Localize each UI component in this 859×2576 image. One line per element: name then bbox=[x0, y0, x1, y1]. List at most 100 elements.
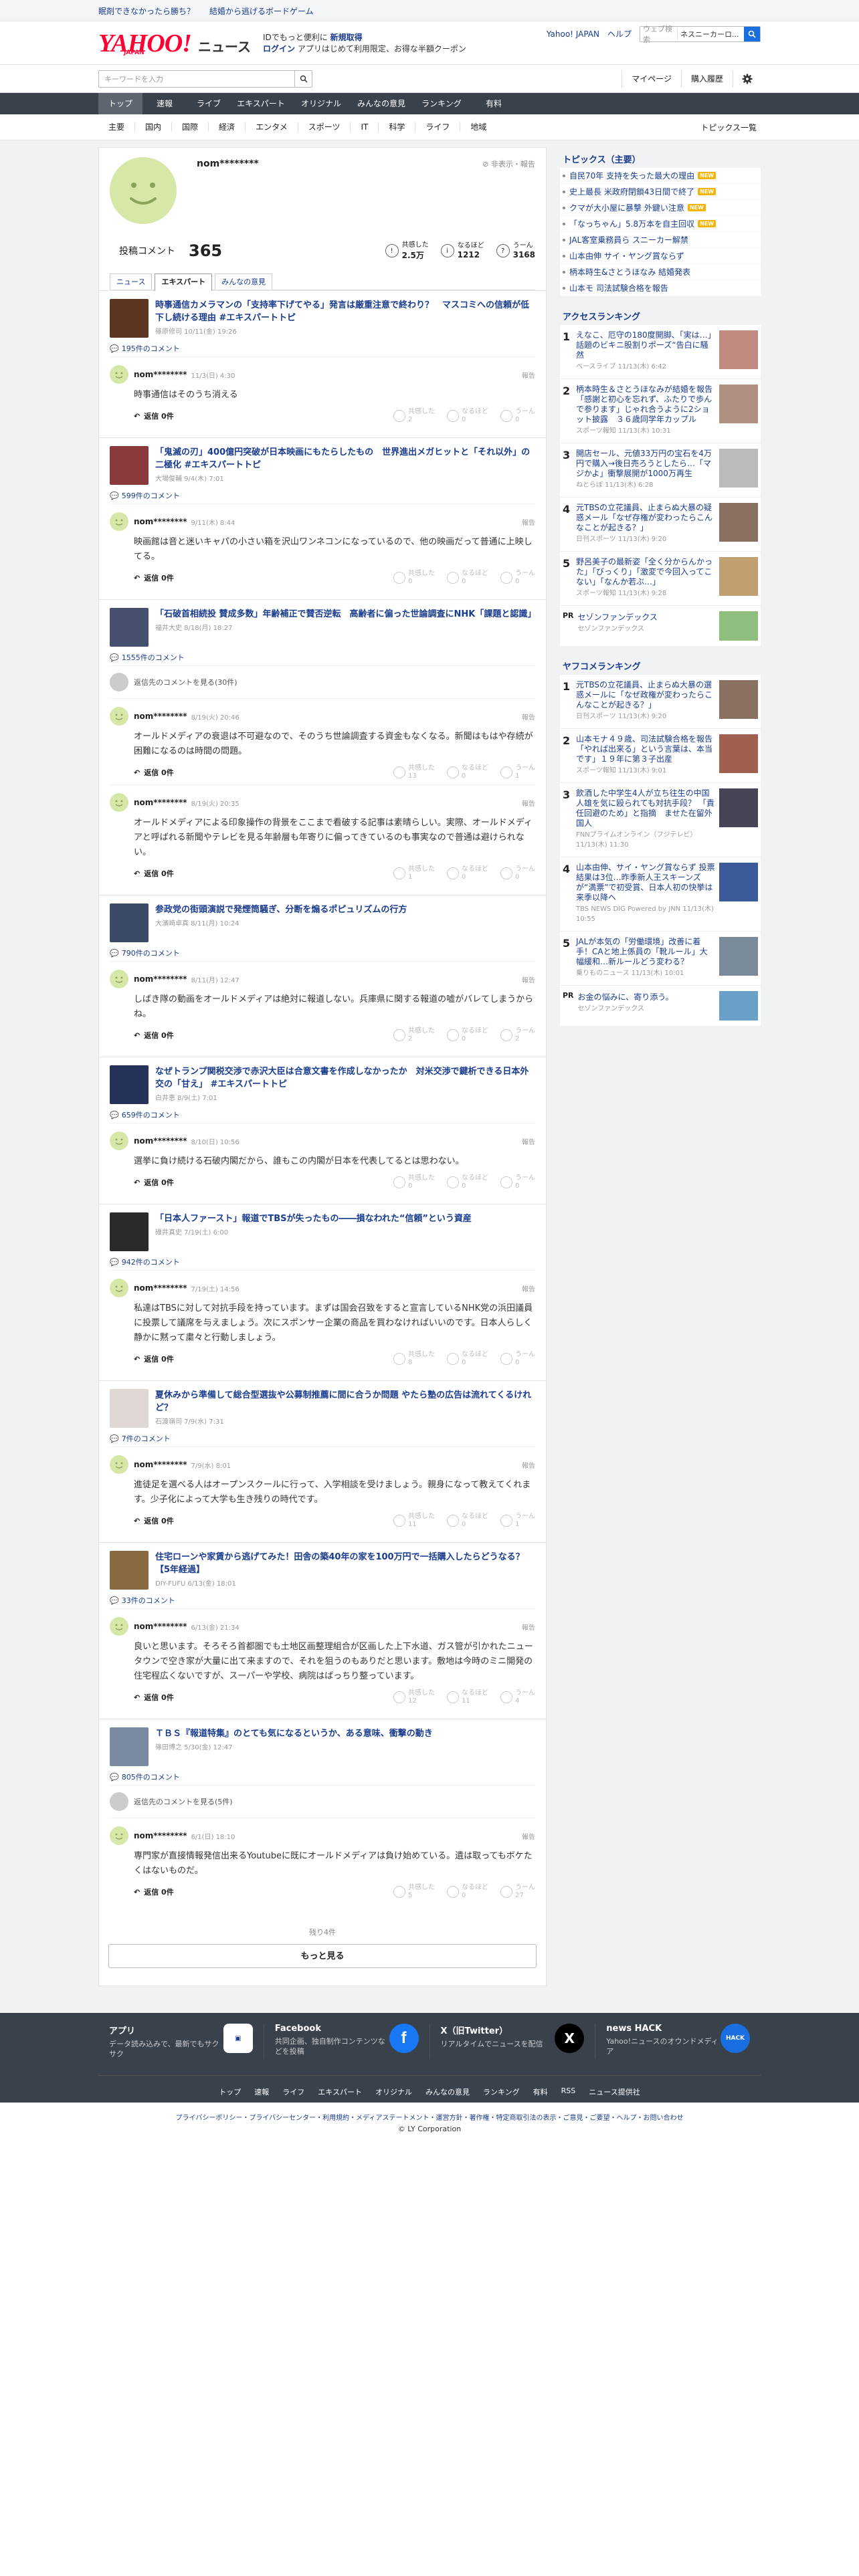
nav-expert[interactable]: エキスパート bbox=[231, 93, 291, 114]
reaction-insightful-button[interactable]: なるほど 0 bbox=[447, 865, 488, 881]
reaction-hmm-button[interactable]: うーん 27 bbox=[500, 1884, 535, 1900]
signup-link[interactable]: 新規取得 bbox=[330, 33, 363, 42]
topic-item[interactable]: 自民70年 支持を失った最大の理由 NEW bbox=[560, 168, 761, 184]
report-link[interactable]: 報告 bbox=[522, 1622, 535, 1632]
article-title[interactable]: 「鬼滅の刃」400億円突破が日本映画にもたらしたもの 世界進出メガヒットと「それ… bbox=[155, 446, 535, 471]
comment-count-link[interactable]: 💬 7件のコメント bbox=[99, 1433, 546, 1446]
article-title[interactable]: 「日本人ファースト」報道でTBSが失ったもの――損なわれた“信頼”という資産 bbox=[155, 1212, 472, 1225]
tab-news[interactable]: ニュース bbox=[110, 274, 153, 290]
search-icon[interactable] bbox=[744, 26, 760, 41]
ranking-item[interactable]: 1 えなこ、厄守の180度開脚、「実は…」話題のビキニ股割りポーズ“告白に騒然 ベー… bbox=[560, 325, 761, 379]
subnav-world[interactable]: 国際 bbox=[171, 122, 208, 132]
tab-opinions[interactable]: みんなの意見 bbox=[215, 274, 273, 290]
reaction-empathy-button[interactable]: 共感した 8 bbox=[393, 1351, 435, 1367]
ranking-item[interactable]: 4 山本由伸、サイ・ヤング賞ならず 投票結果は3位…昨季新人王スキーンズが“満票”… bbox=[560, 857, 761, 932]
reaction-insightful-button[interactable]: なるほど 0 bbox=[447, 764, 488, 780]
reply-button[interactable]: ↶ 返信 0件 bbox=[134, 1515, 174, 1526]
nav-ranking[interactable]: ランキング bbox=[411, 93, 472, 114]
web-search-input[interactable]: ネスニーカーロ... bbox=[677, 28, 744, 39]
reply-button[interactable]: ↶ 返信 0件 bbox=[134, 1692, 174, 1703]
report-link[interactable]: 報告 bbox=[522, 517, 535, 527]
footer-facebook[interactable]: Facebook 共同企画、独自制作コンテンツなどを投稿 f bbox=[264, 2024, 430, 2059]
ranking-item[interactable]: 3 開店セール、元値33万円の宝石を4万円で購入→後日売ろうとしたら…「マジかよ」… bbox=[560, 443, 761, 498]
promo-link-2[interactable]: 結婚から逃げるボードゲーム bbox=[209, 5, 314, 17]
reply-target-link[interactable]: 返信先のコメントを見る(5件) bbox=[110, 1785, 535, 1818]
reaction-insightful-button[interactable]: なるほど 0 bbox=[447, 1513, 488, 1529]
pr-ad-2[interactable]: PR お金の悩みに、寄り添う。 セゾンファンデックス bbox=[560, 986, 761, 1026]
article-title[interactable]: なぜトランプ関税交渉で赤沢大臣は合意文書を作成しなかったか 対米交渉で鍵析できる… bbox=[155, 1065, 535, 1091]
reaction-empathy-button[interactable]: 共感した 2 bbox=[393, 1027, 435, 1043]
nav-opinions[interactable]: みんなの意見 bbox=[351, 93, 411, 114]
comment-count-link[interactable]: 💬 805件のコメント bbox=[99, 1772, 546, 1785]
reaction-hmm-button[interactable]: うーん 2 bbox=[500, 1027, 535, 1043]
comment-author[interactable]: nom******** bbox=[134, 1831, 187, 1840]
hide-report-link[interactable]: ⊘ 非表示・報告 bbox=[482, 158, 535, 169]
nav-original[interactable]: オリジナル bbox=[291, 93, 351, 114]
footer-nav-item[interactable]: ニュース提供社 bbox=[589, 2086, 640, 2097]
article-link[interactable]: 時事通信カメラマンの「支持率下げてやる」発言は厳重注意で終わり？ マスコミへの信… bbox=[99, 291, 546, 343]
reply-button[interactable]: ↶ 返信 0件 bbox=[134, 1354, 174, 1364]
comment-count-link[interactable]: 💬 942件のコメント bbox=[99, 1257, 546, 1270]
topic-item[interactable]: クマが大小屋に暴撃 外鍵い注意 NEW bbox=[560, 200, 761, 216]
article-link[interactable]: 「石破首相続投 賛成多数」年齢補正で賛否逆転 高齢者に偏った世論調査にNHK「課… bbox=[99, 600, 546, 652]
comment-author[interactable]: nom******** bbox=[134, 1283, 187, 1293]
comment-author[interactable]: nom******** bbox=[134, 1622, 187, 1631]
comment-author[interactable]: nom******** bbox=[134, 974, 187, 984]
subnav-science[interactable]: 科学 bbox=[378, 122, 415, 132]
mypage-link[interactable]: マイページ bbox=[622, 70, 681, 88]
ranking-item[interactable]: 1 元TBSの立花議員、止まらぬ大暴の選惑メールに「なぜ政権が変わったらこんなこと… bbox=[560, 675, 761, 729]
reaction-empathy-button[interactable]: 共感した 2 bbox=[393, 408, 435, 424]
login-link[interactable]: ログイン bbox=[263, 44, 295, 53]
reply-button[interactable]: ↶ 返信 0件 bbox=[134, 1030, 174, 1041]
legal-links[interactable]: プライバシーポリシー・プライバシーセンター・利用規約・メディアステートメント・運… bbox=[0, 2103, 859, 2125]
nav-flash[interactable]: 速報 bbox=[142, 93, 187, 114]
reaction-insightful-button[interactable]: なるほど 0 bbox=[447, 408, 488, 424]
topics-list-link[interactable]: トピックス一覧 bbox=[700, 122, 761, 133]
gear-icon[interactable] bbox=[733, 70, 761, 88]
reaction-empathy-button[interactable]: 共感した 11 bbox=[393, 1513, 435, 1529]
subnav-life[interactable]: ライフ bbox=[415, 122, 460, 132]
reaction-insightful-button[interactable]: なるほど 0 bbox=[447, 1351, 488, 1367]
reaction-empathy-button[interactable]: 共感した 0 bbox=[393, 570, 435, 586]
comment-author[interactable]: nom******** bbox=[134, 370, 187, 379]
footer-nav-item[interactable]: 速報 bbox=[254, 2086, 269, 2097]
article-link[interactable]: 「鬼滅の刃」400億円突破が日本映画にもたらしたもの 世界進出メガヒットと「それ… bbox=[99, 438, 546, 490]
load-more-button[interactable]: もっと見る bbox=[108, 1944, 537, 1968]
ranking-item[interactable]: 5 JALが本気の「労働環境」改善に着手！CAと地上係員の「靴ルール」大幅緩和…新… bbox=[560, 932, 761, 986]
ranking-item[interactable]: 4 元TBSの立花議員、止まらぬ大暴の疑惑メール「なぜ存権が変わったらこんなことが… bbox=[560, 498, 761, 552]
reaction-empathy-button[interactable]: 共感した 12 bbox=[393, 1689, 435, 1705]
reaction-insightful-button[interactable]: なるほど 0 bbox=[447, 1174, 488, 1190]
nav-top[interactable]: トップ bbox=[98, 93, 142, 114]
comment-author[interactable]: nom******** bbox=[134, 517, 187, 526]
article-link[interactable]: 「日本人ファースト」報道でTBSが失ったもの――損なわれた“信頼”という資産 碓井… bbox=[99, 1204, 546, 1257]
reaction-hmm-button[interactable]: うーん 0 bbox=[500, 570, 535, 586]
article-title[interactable]: 夏休みから準備して総合型選抜や公募制推薦に間に合うか問題 やたら塾の広告は流れて… bbox=[155, 1389, 535, 1414]
footer-nav-item[interactable]: ランキング bbox=[483, 2086, 520, 2097]
article-link[interactable]: 住宅ローンや家賃から逃げてみた！田舎の築40年の家を100万円で一括購入したらど… bbox=[99, 1543, 546, 1595]
article-title[interactable]: 「石破首相続投 賛成多数」年齢補正で賛否逆転 高齢者に偏った世論調査にNHK「課… bbox=[155, 608, 536, 621]
comment-author[interactable]: nom******** bbox=[134, 1460, 187, 1469]
pr-ad-1[interactable]: PR セゾンファンデックス セゾンファンデックス bbox=[560, 606, 761, 646]
ranking-item[interactable]: 2 山本モナ４９歳、司法試験合格を報告「やれば出来る」という言葉は、本当です」１９… bbox=[560, 729, 761, 783]
tab-expert[interactable]: エキスパート bbox=[155, 274, 213, 291]
comment-count-link[interactable]: 💬 1555件のコメント bbox=[99, 652, 546, 665]
topic-item[interactable]: 山本由伸 サイ・ヤング賞ならず bbox=[560, 248, 761, 264]
article-title[interactable]: 参政党の街頭演説で発煙筒騒ぎ、分断を煽るポピュリズムの行方 bbox=[155, 903, 407, 916]
footer-nav-item[interactable]: ライフ bbox=[282, 2086, 304, 2097]
comment-author[interactable]: nom******** bbox=[134, 712, 187, 721]
report-link[interactable]: 報告 bbox=[522, 1831, 535, 1841]
keyword-input[interactable]: キーワードを入力 bbox=[99, 74, 294, 84]
report-link[interactable]: 報告 bbox=[522, 798, 535, 808]
reply-button[interactable]: ↶ 返信 0件 bbox=[134, 1887, 174, 1897]
reaction-insightful-button[interactable]: なるほど 11 bbox=[447, 1689, 488, 1705]
reaction-hmm-button[interactable]: うーん 0 bbox=[500, 865, 535, 881]
keyword-search[interactable]: キーワードを入力 bbox=[98, 70, 312, 88]
nav-paid[interactable]: 有料 bbox=[472, 93, 516, 114]
article-link[interactable]: 参政党の街頭演説で発煙筒騒ぎ、分断を煽るポピュリズムの行方 大濱崎卓真 8/11(… bbox=[99, 895, 546, 948]
topic-item[interactable]: 「なっちゃん」5.8万本を自主回収 NEW bbox=[560, 216, 761, 232]
article-link[interactable]: なぜトランプ関税交渉で赤沢大臣は合意文書を作成しなかったか 対米交渉で鍵析できる… bbox=[99, 1057, 546, 1109]
report-link[interactable]: 報告 bbox=[522, 974, 535, 984]
ranking-item[interactable]: 2 柄本時生＆さとうほなみが結婚を報告「感謝と初心を忘れず、ふたりで歩んで参ります… bbox=[560, 379, 761, 443]
topic-item[interactable]: 山本モ 司法試験合格を報告 bbox=[560, 280, 761, 296]
article-link[interactable]: ＴＢＳ『報道特集』のとても気になるというか、ある意味、衝撃の動き 篠田博之 5/3… bbox=[99, 1719, 546, 1772]
